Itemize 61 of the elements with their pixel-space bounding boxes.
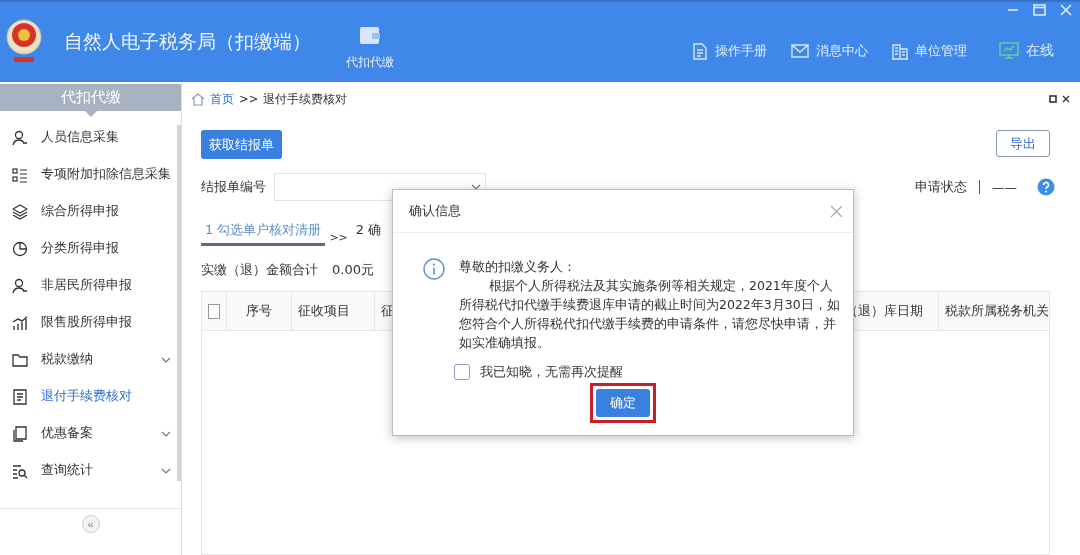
app-title: 自然人电子税务局（扣缴端） — [64, 29, 311, 54]
sidebar-item[interactable]: 综合所得申报 — [0, 193, 177, 230]
search-list-icon — [12, 462, 28, 479]
sidebar-item[interactable]: 查询统计 — [0, 452, 177, 489]
sidebar-item[interactable]: 限售股所得申报 — [0, 304, 177, 341]
info-icon — [423, 258, 445, 280]
status-value: —— — [992, 179, 1017, 195]
sidebar-item[interactable]: 优惠备案 — [0, 415, 177, 452]
list-icon — [12, 166, 28, 183]
module-tab[interactable]: 代扣代缴 — [346, 23, 394, 71]
column-header: 税款所属税务机关 — [944, 302, 1049, 320]
close-icon[interactable] — [1062, 95, 1070, 103]
checkbox[interactable] — [454, 364, 470, 380]
summary-value: 0.00元 — [332, 261, 374, 279]
sidebar-item[interactable]: 专项附加扣除信息采集 — [0, 156, 177, 193]
sidebar-item[interactable]: 退付手续费核对 — [0, 378, 177, 415]
step-tab[interactable]: 1 勾选单户核对清册 — [201, 221, 326, 246]
confirm-button[interactable]: 确定 — [596, 389, 650, 417]
sidebar-item[interactable]: 人员信息采集 — [0, 119, 177, 156]
sidebar-title: 代扣代缴 — [60, 88, 121, 107]
status-label: 申请状态 — [915, 178, 967, 196]
building-icon — [892, 42, 908, 60]
summary-label: 实缴（退）金额合计 — [201, 261, 318, 279]
step-separator: >> — [329, 231, 348, 244]
document-icon — [692, 42, 708, 60]
header-link[interactable]: 单位管理 — [892, 42, 967, 60]
help-icon[interactable] — [1037, 178, 1055, 196]
home-link[interactable]: 首页 — [210, 91, 234, 107]
copy-icon — [12, 425, 28, 442]
collapse-button[interactable]: « — [81, 515, 100, 533]
person-icon — [12, 277, 28, 294]
select-all-checkbox[interactable] — [208, 303, 220, 319]
fetch-button[interactable]: 获取结报单 — [201, 130, 282, 159]
restore-icon[interactable] — [1049, 95, 1057, 103]
header-link[interactable]: 操作手册 — [692, 42, 767, 60]
sidebar-item[interactable]: 非居民所得申报 — [0, 267, 177, 304]
sidebar-item[interactable]: 分类所得申报 — [0, 230, 177, 267]
bar-chart-icon — [12, 314, 28, 331]
header-link[interactable]: 消息中心 — [791, 42, 868, 60]
person-icon — [12, 129, 28, 146]
layers-icon — [12, 203, 28, 220]
scrollbar[interactable] — [177, 125, 181, 481]
monitor-icon — [999, 42, 1019, 60]
field-label: 结报单编号 — [201, 178, 266, 196]
sidebar-item[interactable]: 税款缴纳 — [0, 341, 177, 378]
dialog-title: 确认信息 — [409, 202, 461, 220]
greeting-text: 尊敬的扣缴义务人： — [459, 258, 577, 276]
folder-icon — [12, 351, 28, 368]
column-header: 序号 — [227, 292, 292, 330]
export-button[interactable]: 导出 — [996, 130, 1050, 157]
breadcrumb-separator: >> — [239, 92, 259, 106]
breadcrumb-current: 退付手续费核对 — [263, 91, 348, 107]
pie-chart-icon — [12, 240, 28, 257]
maximize-icon[interactable] — [1033, 4, 1046, 16]
envelope-icon — [791, 44, 809, 58]
header-link[interactable]: 在线 — [999, 42, 1054, 60]
column-header: 征收项目 — [292, 292, 375, 330]
home-icon — [191, 92, 205, 106]
checkbox-label[interactable]: 我已知晓，无需再次提醒 — [480, 363, 623, 381]
step-tab[interactable]: 2 确 — [351, 221, 386, 246]
document-icon — [12, 388, 28, 405]
